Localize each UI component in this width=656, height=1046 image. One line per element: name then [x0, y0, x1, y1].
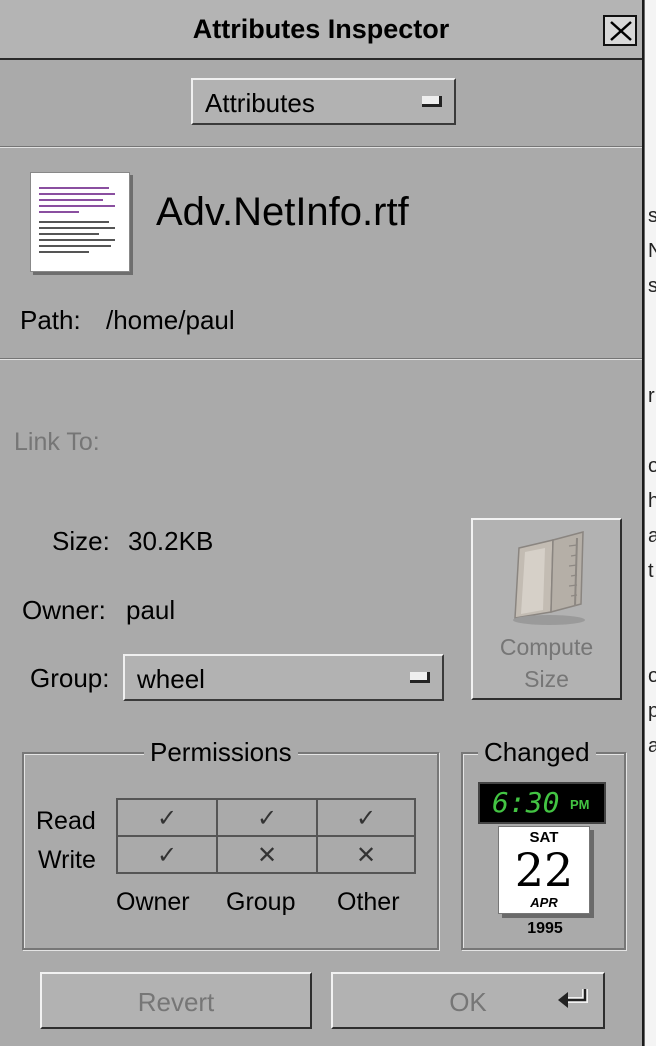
clock-time: 6:30 [492, 786, 560, 819]
return-key-icon [558, 989, 588, 1008]
perm-read-group[interactable]: ✓ [218, 800, 318, 837]
popup-knob-icon [422, 96, 442, 107]
group-value: wheel [137, 664, 205, 694]
link-to-label: Link To: [14, 428, 100, 456]
path-label: Path: [20, 305, 81, 335]
inspector-panel: Attributes Inspector Attributes Adv.NetI… [0, 0, 644, 1046]
compute-size-label-line2: Size [524, 666, 569, 692]
group-label: Group: [30, 663, 110, 693]
ok-button[interactable]: OK [331, 972, 605, 1029]
compute-size-label-line1: Compute [499, 634, 594, 660]
perm-write-other[interactable]: ✕ [318, 837, 414, 874]
title-bar[interactable]: Attributes Inspector [0, 0, 642, 60]
size-label: Size: [52, 526, 110, 556]
perm-write-owner[interactable]: ✓ [118, 837, 218, 874]
owner-label: Owner: [22, 595, 106, 625]
background-document: s N s r o h a t o p a [644, 0, 656, 1046]
group-column-label: Group [226, 888, 296, 916]
perm-write-group[interactable]: ✕ [218, 837, 318, 874]
measuring-ruler-icon [513, 531, 585, 625]
inspector-mode-label: Attributes [205, 88, 315, 118]
owner-value: paul [126, 595, 176, 625]
calendar-year: 1995 [527, 920, 563, 937]
changed-title: Changed [478, 737, 596, 768]
window-title: Attributes Inspector [192, 14, 450, 44]
permissions-grid: ✓ ✓ ✓ ✓ ✕ ✕ [116, 798, 416, 874]
clock-ampm: PM [570, 797, 590, 812]
size-value: 30.2KB [128, 526, 214, 556]
digital-clock: 6:30 PM [478, 782, 606, 824]
calendar-icon: SAT 22 APR [498, 826, 590, 914]
perm-read-other[interactable]: ✓ [318, 800, 414, 837]
permissions-title: Permissions [144, 737, 298, 768]
separator [0, 146, 642, 148]
inspector-mode-popup[interactable]: Attributes [191, 78, 456, 125]
file-name: Adv.NetInfo.rtf [156, 190, 409, 234]
popup-knob-icon [410, 672, 430, 683]
calendar-month: APR [530, 895, 558, 910]
path-value: /home/paul [106, 305, 235, 335]
rtf-document-icon[interactable] [30, 172, 130, 272]
revert-label: Revert [137, 987, 215, 1017]
read-row-label: Read [36, 807, 96, 835]
owner-column-label: Owner [116, 888, 190, 916]
other-column-label: Other [337, 888, 400, 916]
group-popup[interactable]: wheel [123, 654, 444, 701]
close-button[interactable] [603, 15, 637, 46]
compute-size-button[interactable]: Compute Size [471, 518, 622, 700]
write-row-label: Write [38, 846, 96, 874]
revert-button[interactable]: Revert [40, 972, 312, 1029]
perm-read-owner[interactable]: ✓ [118, 800, 218, 837]
separator [0, 358, 642, 360]
calendar-day: 22 [514, 843, 574, 897]
close-icon [610, 21, 632, 41]
